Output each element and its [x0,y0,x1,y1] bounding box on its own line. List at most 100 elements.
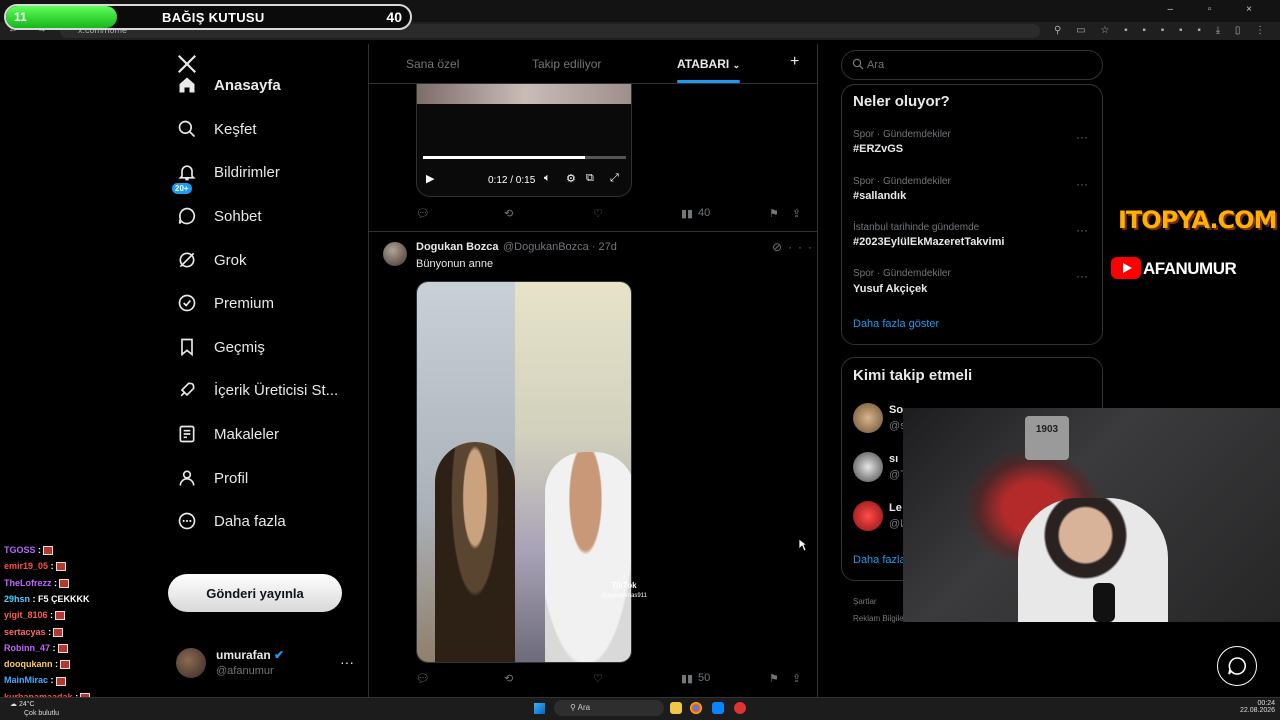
tab-following[interactable]: Takip ediliyor [532,57,601,71]
nav-item-7[interactable]: İçerik Üreticisi St... [176,370,338,410]
more-icon[interactable]: ··· [1076,223,1088,237]
chrome-icon[interactable] [690,702,702,714]
nav-item-3[interactable]: Sohbet [176,196,262,236]
verified-icon: ✔ [274,648,285,662]
trend-category: Spor · Gündemdekiler [853,268,951,279]
tweet-actions-1: 💬︎ ⟲ ♡ ▮▮ 40 ⚑ ⇪ [416,207,806,223]
chat-username: Robinn_47 [4,642,51,653]
trend-item[interactable]: #sallandık [853,190,906,202]
views-icon[interactable]: ▮▮ [681,207,693,220]
settings-icon[interactable]: ⚙ [566,172,576,185]
suggestion-name[interactable]: sı [889,453,898,465]
start-button[interactable] [534,703,545,714]
app-icon[interactable] [712,702,724,714]
messages-button[interactable] [1217,646,1257,686]
like-icon[interactable]: ♡ [593,672,603,685]
chat-text: : [55,659,59,670]
nav-item-label: Geçmiş [214,338,265,356]
share-icon[interactable]: ⇪ [792,672,801,685]
avatar[interactable] [853,452,883,482]
nav-item-label: Makaleler [214,425,280,443]
more-icon[interactable]: ··· [340,654,354,670]
retweet-icon[interactable]: ⟲ [504,207,513,220]
nav-item-10[interactable]: Daha fazla [176,501,286,541]
tweet-author-handle[interactable]: @DogukanBozca · 27d [503,241,617,253]
trend-item[interactable]: #2023EylülEkMazeretTakvimi [853,236,1004,248]
retweet-icon[interactable]: ⟲ [504,672,513,685]
play-icon[interactable]: ▶ [426,172,434,185]
video-progress-fill [423,156,586,159]
footer-links[interactable]: Şartlar [853,597,877,606]
bookmark-icon[interactable]: ⚑ [769,672,779,685]
profile-handle: @afanumur [216,665,274,677]
search-box[interactable]: Ara [841,50,1103,80]
tiktok-watermark: ♪ TikTok @aykutelmas911 [601,572,648,599]
tab-atabari[interactable]: ATABARI ⌄ [677,57,740,71]
nav-item-label: Profil [214,469,249,487]
chat-username: TGOSS [4,545,36,555]
nav-item-1[interactable]: Keşfet [176,109,257,149]
chat-text: : [50,610,54,621]
avatar[interactable] [853,403,883,433]
chat-text: : [54,577,58,588]
suggestion-name[interactable]: Le [889,502,902,514]
more-icon[interactable]: ··· [1076,130,1088,144]
account-switcher[interactable]: umurafan ✔ @afanumur ··· [176,646,356,682]
window-controls[interactable]: – ▫ × [1167,4,1268,15]
show-more-link[interactable]: Daha fazla göster [853,318,939,330]
tweet-author-name[interactable]: Dogukan Bozca [416,241,499,253]
nav-item-label: İçerik Üreticisi St... [214,381,339,399]
more-icon[interactable]: ··· [788,240,818,254]
nav-item-9[interactable]: Profil [176,458,248,498]
nav-item-label: Daha fazla [214,512,286,530]
nav-item-label: Grok [214,251,247,269]
volume-icon[interactable]: 🔈︎ [544,172,551,185]
show-more-link[interactable]: Daha fazla [853,554,906,566]
weather-temp[interactable]: ☁ 24°C [10,700,35,708]
system-clock[interactable]: 00:24 22.08.2026 [1240,700,1275,714]
file-explorer-icon[interactable] [670,702,682,714]
chat-username: yigit_8106 [4,610,48,621]
emote-icon [60,660,71,670]
nav-item-5[interactable]: Premium [176,283,274,323]
fullscreen-icon[interactable]: ⤢ [610,172,619,185]
app-icon[interactable] [734,702,746,714]
views-icon[interactable]: ▮▮ [681,672,693,685]
nav-item-6[interactable]: Geçmiş [176,327,265,367]
more-icon[interactable]: ··· [1076,177,1088,191]
reply-icon[interactable]: 💬︎ [416,207,430,220]
trend-item[interactable]: Yusuf Akçiçek [853,283,927,295]
grok-icon [176,249,198,271]
footer-links[interactable]: Reklam Bilgileri [853,614,908,623]
trend-item[interactable]: #ERZvGS [853,143,903,155]
share-icon[interactable]: ⇪ [792,207,801,220]
like-icon[interactable]: ♡ [593,207,603,220]
suggestion-name[interactable]: So [889,404,903,416]
grok-icon[interactable]: ⊘ [772,240,788,254]
nav-item-0[interactable]: Anasayfa [176,65,281,105]
pip-icon[interactable]: ⧉ [586,172,594,185]
nav-item-8[interactable]: Makaleler [176,414,279,454]
emote-icon [55,611,66,621]
nav-item-4[interactable]: Grok [176,240,247,280]
article-icon [176,423,198,445]
avatar[interactable] [853,501,883,531]
tweet-menu[interactable]: ⊘··· [772,240,818,254]
chat-text: : [48,626,52,637]
more-icon[interactable]: ··· [1076,269,1088,283]
bookmark-icon[interactable]: ⚑ [769,207,779,220]
webcam-overlay: 1903 [903,408,1280,622]
extension-icons[interactable]: ⚲ ▭ ☆ ▪ ▪ ▪ ▪ ▪ ⤓ ▯ ⋮ [1054,25,1271,36]
post-button[interactable]: Gönderi yayınla [168,574,342,612]
add-tab-button[interactable]: + [790,53,799,71]
tab-for-you[interactable]: Sana özel [406,57,459,71]
wall-sign: 1903 [1025,416,1069,460]
video-player-2[interactable] [416,281,632,663]
avatar[interactable] [383,242,407,266]
trend-category: İstanbul tarihinde gündemde [853,222,980,233]
reply-icon[interactable]: 💬︎ [416,672,430,685]
chat-username: dooqukann [4,659,53,670]
emote-icon [55,676,66,686]
search-input[interactable]: Ara [867,59,884,71]
youtube-icon [1111,257,1141,279]
